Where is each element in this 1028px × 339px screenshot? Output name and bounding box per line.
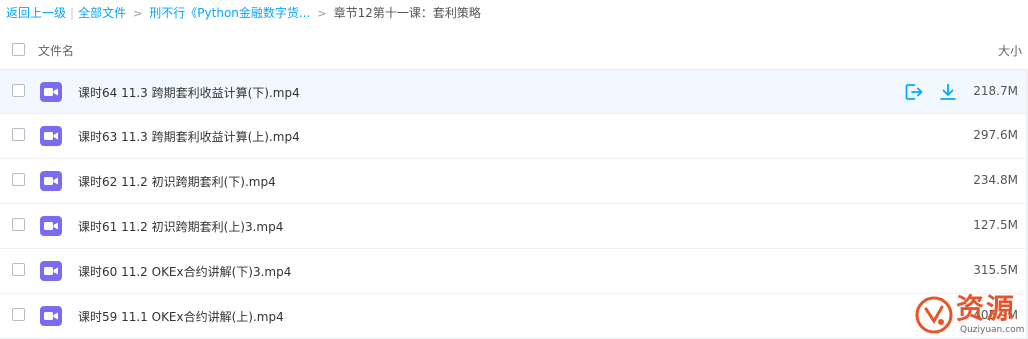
column-header-size[interactable]: 大小 (998, 42, 1022, 59)
breadcrumb-current: 章节12第十一课：套利策略 (333, 6, 481, 20)
download-icon[interactable] (938, 82, 958, 106)
file-size: 127.5M (973, 218, 1018, 232)
breadcrumb-all-files-link[interactable]: 全部文件 (78, 6, 126, 20)
file-name[interactable]: 课时64 11.3 跨期套利收益计算(下).mp4 (78, 84, 300, 101)
file-name[interactable]: 课时61 11.2 初识跨期套利(上)3.mp4 (78, 218, 283, 235)
file-row-actions (904, 82, 964, 102)
file-name[interactable]: 课时59 11.1 OKEx合约讲解(上).mp4 (78, 308, 284, 325)
video-file-icon (40, 261, 62, 281)
file-size: 218.7M (973, 84, 1018, 98)
watermark-logo-icon (915, 296, 953, 334)
video-file-icon (40, 306, 62, 326)
file-row-checkbox[interactable] (12, 263, 25, 276)
file-row-checkbox[interactable] (12, 84, 25, 97)
file-row-checkbox[interactable] (12, 128, 25, 141)
breadcrumb: 返回上一级 | 全部文件 > 刑不行《Python金融数字货... > 章节12第十一课：套… (6, 0, 481, 26)
breadcrumb-divider: | (70, 6, 75, 20)
file-row[interactable]: 课时63 11.3 跨期套利收益计算(上).mp4 297.6M (0, 114, 1028, 159)
file-list: 课时64 11.3 跨期套利收益计算(下).mp4 218.7M 课时63 11.3… (0, 69, 1028, 339)
file-row[interactable]: 课时64 11.3 跨期套利收益计算(下).mp4 218.7M (0, 69, 1028, 114)
file-list-header: 文件名 大小 (0, 30, 1028, 70)
file-size: 234.8M (973, 173, 1018, 187)
breadcrumb-back-link[interactable]: 返回上一级 (6, 6, 66, 20)
file-row[interactable]: 课时59 11.1 OKEx合约讲解(上).mp4 405.9M (0, 294, 1028, 339)
watermark-logo: 资源 Quziyuan.com (912, 292, 1028, 338)
share-icon[interactable] (904, 82, 924, 106)
breadcrumb-separator: > (317, 7, 327, 20)
file-row[interactable]: 课时61 11.2 初识跨期套利(上)3.mp4 127.5M (0, 204, 1028, 249)
file-row-checkbox[interactable] (12, 218, 25, 231)
file-row-checkbox[interactable] (12, 308, 25, 321)
file-row-checkbox[interactable] (12, 173, 25, 186)
file-row[interactable]: 课时62 11.2 初识跨期套利(下).mp4 234.8M (0, 159, 1028, 204)
file-row[interactable]: 课时60 11.2 OKEx合约讲解(下)3.mp4 315.5M (0, 249, 1028, 294)
watermark-text: 资源 (956, 292, 1017, 325)
file-size: 315.5M (973, 263, 1018, 277)
file-name[interactable]: 课时62 11.2 初识跨期套利(下).mp4 (78, 173, 276, 190)
file-name[interactable]: 课时63 11.3 跨期套利收益计算(上).mp4 (78, 128, 300, 145)
video-file-icon (40, 82, 62, 102)
video-file-icon (40, 216, 62, 236)
breadcrumb-folder-link[interactable]: 刑不行《Python金融数字货... (149, 6, 310, 20)
video-file-icon (40, 126, 62, 146)
file-size: 297.6M (973, 128, 1018, 142)
file-name[interactable]: 课时60 11.2 OKEx合约讲解(下)3.mp4 (78, 263, 291, 280)
watermark-subtext: Quziyuan.com (960, 325, 1025, 335)
select-all-checkbox[interactable] (12, 43, 25, 56)
video-file-icon (40, 171, 62, 191)
breadcrumb-separator: > (133, 7, 143, 20)
column-header-name[interactable]: 文件名 (38, 42, 74, 59)
